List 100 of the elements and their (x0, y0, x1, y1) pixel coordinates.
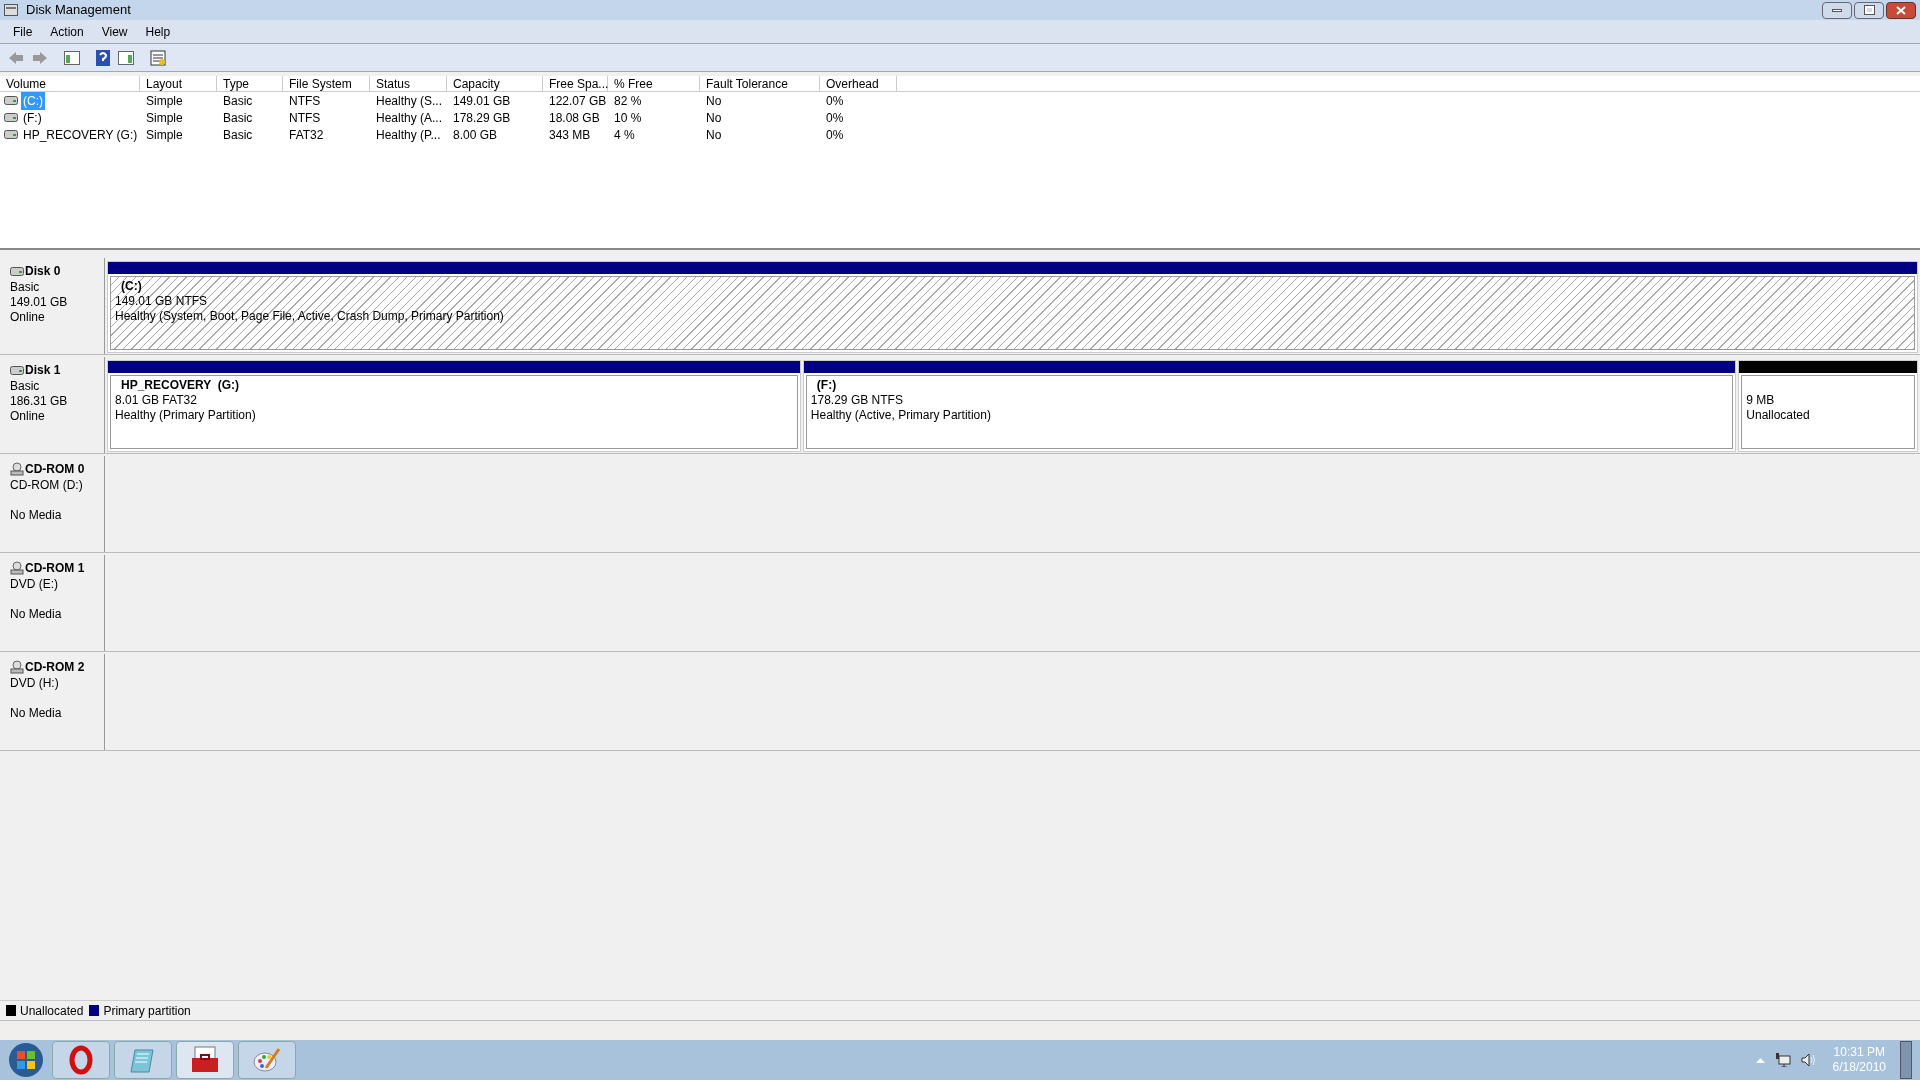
disk-info: DVD (H:) (10, 676, 60, 691)
disk-name: Disk 1 (25, 362, 61, 379)
partition-block[interactable]: 9 MB Unallocated (1738, 360, 1918, 452)
drive-label[interactable]: HP_RECOVERY (G:) (21, 125, 140, 144)
table-cell-text: Healthy (P... (375, 126, 442, 144)
minimize-button[interactable] (1822, 1, 1852, 19)
speaker-icon[interactable] (1800, 1053, 1817, 1067)
toolbox-icon (190, 1046, 220, 1074)
disk-info: DVD (E:) (10, 577, 59, 592)
properties-icon[interactable] (150, 49, 166, 66)
palette-icon (252, 1046, 282, 1074)
ring-icon (69, 1045, 93, 1075)
cd-drive-icon (10, 561, 24, 575)
table-cell-text: Simple (145, 109, 184, 127)
media-status: No Media (10, 508, 63, 523)
table-cell-text: NTFS (288, 109, 322, 127)
partition-block[interactable]: (F:) 178.29 GB NTFS Healthy (Active, Primary Partition) (802, 360, 1737, 452)
table-cell-text: 18.08 GB (548, 109, 601, 127)
table-cell-text: Basic (222, 92, 254, 110)
disk-info: Basic (10, 280, 41, 295)
menu-item[interactable]: View (92, 22, 137, 41)
partition-info: Unallocated (1746, 408, 1810, 423)
disk-name: Disk 0 (25, 263, 61, 280)
partition-info: 8.01 GB FAT32 (115, 393, 197, 408)
disk-name: CD-ROM 0 (25, 461, 85, 478)
table-cell-text: 0% (825, 92, 845, 110)
windows-logo-icon (8, 1042, 44, 1078)
table-cell-text: Basic (222, 109, 254, 127)
table-cell-text: No (705, 126, 723, 144)
table-cell-text: 82 % (613, 92, 643, 110)
table-cell-text: No (705, 109, 723, 127)
disk-info: Online (10, 310, 46, 325)
table-cell-text: Simple (145, 92, 184, 110)
table-cell-text: Simple (145, 126, 184, 144)
panel-icon[interactable] (118, 50, 134, 65)
drive-icon (4, 130, 18, 139)
menu-item[interactable]: File (4, 22, 42, 41)
console-tree-icon[interactable] (64, 50, 80, 65)
table-cell-text: 122.07 GB (548, 92, 608, 110)
network-icon[interactable] (1774, 1053, 1791, 1067)
disk-info: Basic (10, 379, 41, 394)
legend-label: Primary partition (103, 1002, 191, 1020)
table-cell-text: 8.00 GB (452, 126, 499, 144)
disk-name: CD-ROM 2 (25, 659, 85, 676)
cd-drive-icon (10, 660, 24, 674)
column-header[interactable]: Capacity (447, 76, 543, 91)
drive-icon (4, 113, 18, 122)
close-icon (1896, 5, 1906, 15)
restore-button[interactable] (1854, 1, 1884, 19)
media-status: No Media (10, 607, 63, 622)
window-title: Disk Management (26, 1, 131, 20)
column-header[interactable]: Status (370, 76, 447, 91)
menu-item[interactable]: Action (41, 22, 93, 41)
table-cell-text: 149.01 GB (452, 92, 512, 110)
disk-info: CD-ROM (D:) (10, 478, 84, 493)
app-icon (4, 4, 18, 16)
column-header[interactable]: Overhead (820, 76, 897, 91)
table-cell-text: No (705, 92, 723, 110)
media-status: No Media (10, 706, 63, 721)
column-header[interactable]: Fault Tolerance (700, 76, 820, 91)
table-cell-text: NTFS (288, 92, 322, 110)
partition-info: Healthy (Primary Partition) (115, 408, 256, 423)
table-cell-text: Healthy (S... (375, 92, 444, 110)
partition-block[interactable]: HP_RECOVERY (G:) 8.01 GB FAT32 Healthy (Primary Partition) (107, 360, 801, 452)
legend-swatch (89, 1005, 100, 1016)
column-header[interactable]: File System (283, 76, 370, 91)
legend-swatch (6, 1005, 16, 1016)
partition-title: (F:) (815, 378, 838, 393)
column-header[interactable]: Free Spa... (543, 76, 608, 91)
menu-item[interactable]: Help (136, 22, 180, 41)
partition-info: 178.29 GB NTFS (810, 393, 903, 408)
table-cell-text: 0% (825, 109, 845, 127)
column-header[interactable]: Layout (140, 76, 217, 91)
column-header[interactable]: Type (217, 76, 283, 91)
table-cell-text: 4 % (613, 126, 636, 144)
legend-label: Unallocated (20, 1002, 84, 1020)
partition-block[interactable]: (C:) 149.01 GB NTFS Healthy (System, Boot, Page File, Active, Crash Dump, Primary Partition) (107, 261, 1918, 353)
table-cell-text: 10 % (613, 109, 643, 127)
partition-info: 149.01 GB NTFS (115, 294, 208, 309)
column-header[interactable]: Volume (0, 76, 140, 91)
taskbar-button[interactable] (176, 1041, 234, 1079)
drive-icon (4, 96, 18, 105)
cd-drive-icon (10, 462, 24, 476)
table-cell-text: 0% (825, 126, 845, 144)
notepad-icon (129, 1046, 157, 1074)
drive-icon (10, 266, 24, 276)
help-icon[interactable] (96, 49, 110, 66)
table-cell-text: Basic (222, 126, 254, 144)
disk-info: 186.31 GB (10, 394, 69, 409)
partition-info: Healthy (Active, Primary Partition) (810, 408, 991, 423)
column-header[interactable]: % Free (608, 76, 700, 91)
drive-label[interactable]: (F:) (21, 108, 44, 127)
table-cell-text: 343 MB (548, 126, 592, 144)
partition-title: (C:) (120, 279, 143, 294)
table-cell-text: Healthy (A... (375, 109, 444, 127)
close-button[interactable] (1886, 1, 1916, 19)
table-cell-text: 178.29 GB (452, 109, 512, 127)
partition-info: Healthy (System, Boot, Page File, Active, Crash Dump, Primary Partition) (115, 309, 504, 324)
partition-title: HP_RECOVERY (G:) (120, 378, 241, 393)
table-cell-text: FAT32 (288, 126, 325, 144)
